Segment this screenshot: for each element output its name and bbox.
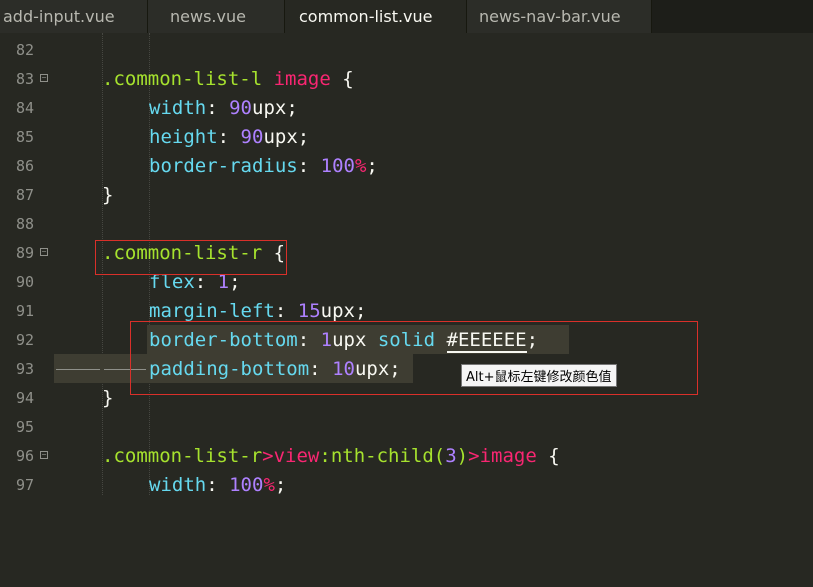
css-property: width [149,474,207,496]
css-selector: .common-list-r [102,445,263,467]
css-tag: view [273,445,320,467]
colon: : [297,155,310,177]
code-editor[interactable]: 82 83 − .common-list-l image { 84 width:… [0,33,813,496]
css-tag: image [479,445,537,467]
code-line: 88 [0,210,813,239]
line-number: 82 [15,41,34,59]
css-number: 100 [320,155,355,177]
css-selector: .common-list-l [102,68,263,90]
line-number: 85 [15,128,34,146]
fold-toggle-icon[interactable]: − [40,74,48,82]
code-line: 96 − .common-list-r>view:nth-child(3)>im… [0,442,813,471]
css-number: 90 [229,97,252,119]
line-number: 88 [15,215,34,233]
code-line: 97 width: 100%; [0,471,813,500]
css-number: 90 [240,126,264,148]
css-tag: image [273,68,331,90]
colon: : [206,474,218,496]
code-line: 86 border-radius: 100%; [0,152,813,181]
brace: } [102,184,114,206]
brace: } [102,387,114,409]
css-property: height [149,126,218,148]
line-number: 87 [15,186,34,204]
paren: ) [456,445,469,467]
css-property: margin-left [149,300,275,322]
line-number: 91 [15,302,34,320]
code-line: 85 height: 90upx; [0,123,813,152]
css-unit: upx; [263,126,310,148]
css-combinator: > [262,445,274,467]
line-number: 86 [15,157,34,175]
code-line: 82 [0,36,813,65]
css-unit: upx; [320,300,367,322]
tab-news[interactable]: news.vue [148,0,285,33]
line-number: 95 [15,418,34,436]
css-unit: % [263,474,275,496]
tab-add-input[interactable]: add-input.vue [0,0,148,33]
colon: : [274,300,287,322]
css-number: 15 [297,300,321,322]
tab-label: news.vue [170,7,246,26]
code-line: 84 width: 90upx; [0,94,813,123]
brace: { [342,68,354,90]
line-number: 90 [15,273,34,291]
tab-news-nav-bar[interactable]: news-nav-bar.vue [467,0,652,33]
code-line: 87 } [0,181,813,210]
tab-common-list[interactable]: common-list.vue [285,0,467,33]
css-combinator: > [468,445,480,467]
color-edit-tooltip: Alt+鼠标左键修改颜色值 [461,364,617,387]
css-pseudo: :nth-child( [319,445,446,467]
line-number: 89 [15,244,34,262]
colon: : [217,126,230,148]
css-property: border-radius [149,155,298,177]
fold-toggle-icon[interactable]: − [40,451,48,459]
colon: : [206,97,218,119]
fold-toggle-icon[interactable]: − [40,248,48,256]
annotation-box-selector [95,240,287,275]
brace: { [548,445,560,467]
line-number: 97 [15,476,34,494]
line-number: 83 [15,70,34,88]
code-line: 83 − .common-list-l image { [0,65,813,94]
css-unit: upx; [252,97,298,119]
line-number: 96 [15,447,34,465]
line-number: 93 [15,360,34,378]
tab-bar: add-input.vue news.vue common-list.vue n… [0,0,813,33]
code-line: 95 [0,413,813,442]
line-number: 92 [15,331,34,349]
line-number: 94 [15,389,34,407]
line-number: 84 [15,99,34,117]
semicolon: ; [366,155,378,177]
tab-label: news-nav-bar.vue [479,7,621,26]
css-unit: % [354,155,367,177]
semicolon: ; [274,474,287,496]
css-property: width [149,97,207,119]
tab-label: common-list.vue [299,7,433,26]
css-number: 3 [445,445,457,467]
css-number: 100 [229,474,264,496]
tab-label: add-input.vue [3,7,115,26]
